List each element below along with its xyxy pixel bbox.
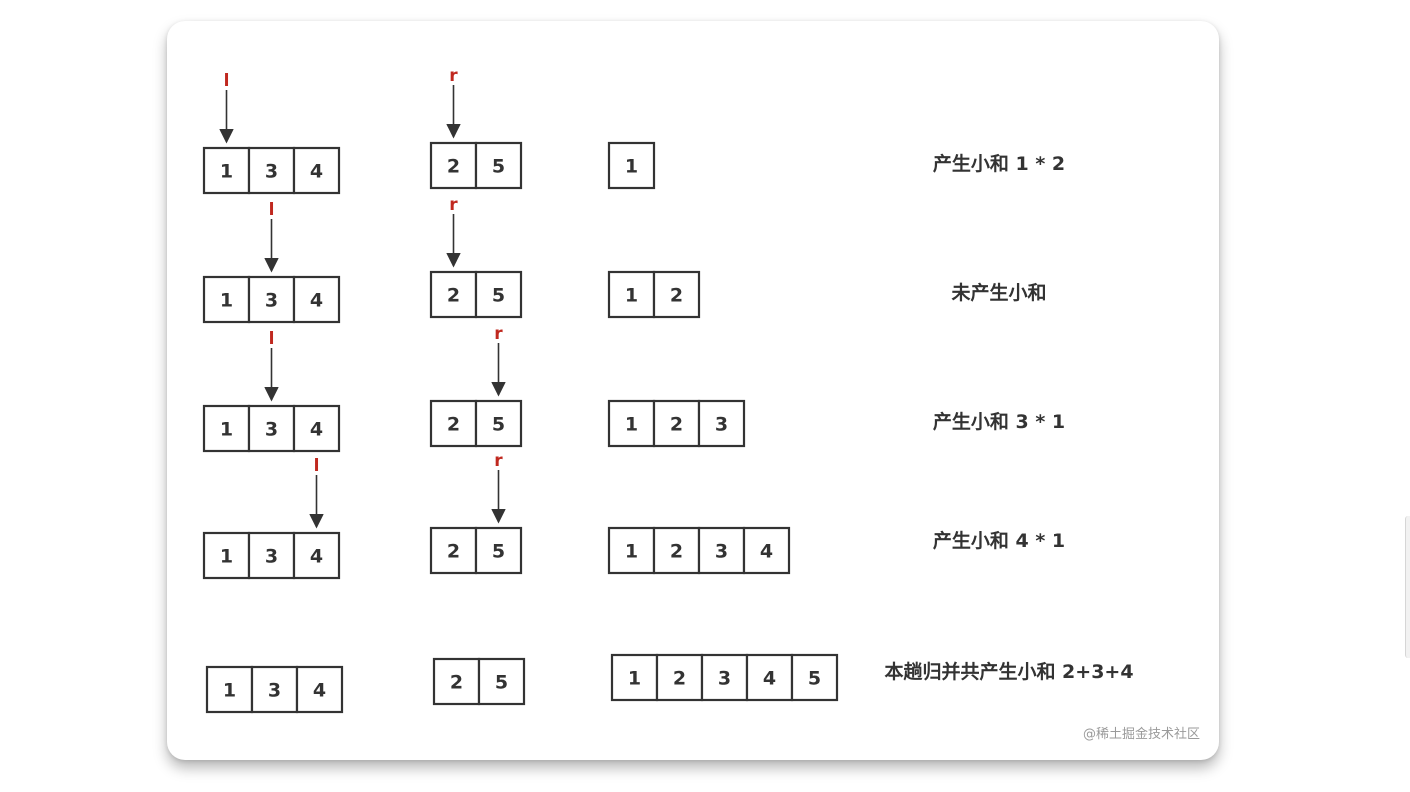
merge-step-row: 134251234: [202, 526, 791, 580]
merge-step-row: 1342512345: [205, 653, 839, 714]
left-pointer-label: l: [314, 456, 320, 476]
right-pointer: r: [446, 66, 461, 139]
merged-cell-value: 1: [625, 285, 638, 307]
right-cell-value: 2: [447, 285, 460, 307]
left-cell-value: 4: [310, 161, 323, 183]
left-cell-value: 3: [265, 546, 278, 568]
merged-cell-value: 4: [760, 541, 773, 563]
right-cell-value: 5: [492, 541, 505, 563]
left-cell-value: 3: [265, 161, 278, 183]
left-array: 1 3 4: [202, 404, 341, 453]
right-pointer-label: r: [494, 451, 503, 471]
merge-step-row: 134251: [202, 141, 656, 195]
right-pointer-label: r: [449, 195, 458, 215]
merged-cell-value: 3: [715, 541, 728, 563]
merged-array: 1 2 3 4: [607, 526, 791, 575]
side-panel-handle[interactable]: [1405, 516, 1410, 658]
left-pointer-label: l: [269, 329, 275, 349]
right-pointer: r: [491, 451, 506, 524]
left-pointer: l: [264, 200, 279, 273]
right-cell-value: 2: [447, 541, 460, 563]
left-cell-value: 1: [220, 161, 233, 183]
merged-cell-value: 4: [763, 668, 776, 690]
diagram-card: 1 3 4 2 5 1 l r 产生小和 1 * 2 1 3 4 2 5 1 2 l r 未产生小和 1 3 4 2 5 1 2 3…: [167, 21, 1219, 760]
left-pointer: l: [264, 329, 279, 402]
left-array: 1 3 4: [202, 531, 341, 580]
step-note: 产生小和 4 * 1: [933, 529, 1065, 552]
left-cell-value: 4: [313, 680, 326, 702]
merged-array: 1 2 3 4 5: [610, 653, 839, 702]
right-pointer-label: r: [449, 66, 458, 86]
left-pointer: l: [309, 456, 324, 529]
page: 1 3 4 2 5 1 l r 产生小和 1 * 2 1 3 4 2 5 1 2 l r 未产生小和 1 3 4 2 5 1 2 3…: [0, 0, 1410, 792]
merged-cell-value: 5: [808, 668, 821, 690]
right-array: 25: [429, 270, 523, 319]
step-note: 产生小和 3 * 1: [933, 410, 1065, 433]
merged-array: 12: [607, 270, 701, 319]
left-cell-value: 1: [220, 419, 233, 441]
merged-cell-value: 1: [625, 414, 638, 436]
left-array: 1 3 4: [202, 146, 341, 195]
merged-cell-value: 1: [625, 541, 638, 563]
right-array: 25: [432, 657, 526, 706]
left-array: 1 3 4: [205, 665, 344, 714]
merge-diagram: 1 3 4 2 5 1l r产生小和 1 * 21 3 4 2 5 1 2l r未产生小和1 3 4 2 5 1 2 3…: [202, 66, 1200, 742]
right-cell-value: 5: [492, 414, 505, 436]
merged-cell-value: 2: [670, 285, 683, 307]
right-cell-value: 2: [447, 414, 460, 436]
left-cell-value: 1: [220, 546, 233, 568]
merged-cell-value: 1: [628, 668, 641, 690]
right-cell-value: 5: [492, 285, 505, 307]
left-cell-value: 1: [223, 680, 236, 702]
left-cell-value: 3: [265, 419, 278, 441]
merged-cell-value: 1: [625, 156, 638, 178]
right-pointer-label: r: [494, 324, 503, 344]
watermark: @稀土掘金技术社区: [1083, 726, 1200, 742]
left-pointer-label: l: [224, 71, 230, 91]
right-array: 25: [429, 141, 523, 190]
right-array: 25: [429, 399, 523, 448]
merged-cell-value: 2: [670, 414, 683, 436]
merged-cell-value: 3: [715, 414, 728, 436]
left-cell-value: 4: [310, 546, 323, 568]
step-note: 产生小和 1 * 2: [933, 152, 1065, 175]
left-array: 1 3 4: [202, 275, 341, 324]
merged-cell-value: 2: [673, 668, 686, 690]
merge-step-row: 13425123: [202, 399, 746, 453]
right-array: 25: [429, 526, 523, 575]
right-pointer: r: [446, 195, 461, 268]
step-note: 本趟归并共产生小和 2+3+4: [884, 660, 1133, 683]
merge-step-row: 1342512: [202, 270, 701, 324]
right-cell-value: 2: [450, 672, 463, 694]
merged-array: 1: [607, 141, 656, 190]
merged-cell-value: 3: [718, 668, 731, 690]
right-pointer: r: [491, 324, 506, 397]
right-cell-value: 5: [495, 672, 508, 694]
left-cell-value: 4: [310, 419, 323, 441]
left-cell-value: 4: [310, 290, 323, 312]
left-cell-value: 3: [265, 290, 278, 312]
step-note: 未产生小和: [950, 281, 1046, 304]
right-cell-value: 5: [492, 156, 505, 178]
left-cell-value: 1: [220, 290, 233, 312]
left-pointer: l: [219, 71, 234, 144]
left-pointer-label: l: [269, 200, 275, 220]
merged-array: 1 2 3: [607, 399, 746, 448]
merged-cell-value: 2: [670, 541, 683, 563]
left-cell-value: 3: [268, 680, 281, 702]
right-cell-value: 2: [447, 156, 460, 178]
